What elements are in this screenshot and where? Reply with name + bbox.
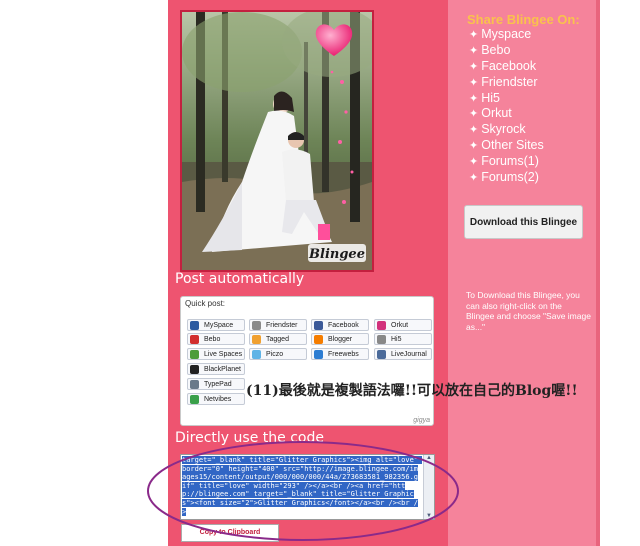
hi5-icon xyxy=(377,335,386,344)
share-link-label: Orkut xyxy=(481,106,512,121)
quick-post-widget: Quick post: MySpace Friendster Facebook Ork… xyxy=(180,296,434,426)
freewebs-icon xyxy=(314,350,323,359)
share-link-label: Facebook xyxy=(481,58,537,73)
share-link-label: Forums(2) xyxy=(481,170,539,185)
quick-post-blackplanet-button[interactable]: BlackPlanet xyxy=(187,363,245,375)
blogger-icon xyxy=(314,335,323,344)
gigya-logo: gigya xyxy=(413,417,430,424)
quick-post-button-label: Freewebs xyxy=(328,351,359,358)
quick-post-typepad-button[interactable]: TypePad xyxy=(187,378,245,390)
download-help-text: To Download this Blingee, you can also r… xyxy=(466,290,591,332)
myspace-icon xyxy=(190,321,199,330)
quick-post-button-label: Facebook xyxy=(328,322,359,329)
share-link-label: Skyrock xyxy=(481,122,526,137)
share-link-facebook[interactable]: ✦ Facebook xyxy=(469,59,544,75)
quick-post-live-spaces-button[interactable]: Live Spaces xyxy=(187,348,245,360)
quick-post-label: Quick post: xyxy=(185,299,226,308)
share-link-label: Other Sites xyxy=(481,138,544,153)
quick-post-blogger-button[interactable]: Blogger xyxy=(311,333,369,345)
share-link-hi5[interactable]: ✦ Hi5 xyxy=(469,91,544,107)
quick-post-hi5-button[interactable]: Hi5 xyxy=(374,333,432,345)
quick-post-tagged-button[interactable]: Tagged xyxy=(249,333,307,345)
share-link-label: Hi5 xyxy=(481,90,500,105)
quick-post-button-label: BlackPlanet xyxy=(204,366,241,373)
blackplanet-icon xyxy=(190,365,199,374)
sparkle-icon: ✦ xyxy=(469,29,479,41)
share-link-label: Friendster xyxy=(481,74,538,89)
bebo-icon xyxy=(190,335,199,344)
quick-post-myspace-button[interactable]: MySpace xyxy=(187,319,245,331)
quick-post-button-label: Blogger xyxy=(328,336,353,343)
live-spaces-icon xyxy=(190,350,199,359)
sparkle-icon: ✦ xyxy=(469,44,479,57)
facebook-icon xyxy=(314,321,323,330)
sparkle-icon: ✦ xyxy=(469,60,479,73)
sidebar-edge xyxy=(596,0,600,546)
download-blingee-button[interactable]: Download this Blingee xyxy=(464,205,583,239)
share-link-label: Myspace xyxy=(481,27,532,41)
quick-post-button-label: Bebo xyxy=(204,336,221,343)
share-link-friendster[interactable]: ✦ Friendster xyxy=(469,75,544,91)
quick-post-freewebs-button[interactable]: Freewebs xyxy=(311,348,369,360)
quick-post-facebook-button[interactable]: Facebook xyxy=(311,319,369,331)
share-link-label: Forums(1) xyxy=(481,154,539,169)
blingee-watermark: Blingee xyxy=(308,247,365,262)
quick-post-orkut-button[interactable]: Orkut xyxy=(374,319,432,331)
quick-post-button-label: TypePad xyxy=(204,381,232,388)
share-heading: Share Blingee On: xyxy=(467,12,580,27)
sparkle-icon: ✦ xyxy=(469,108,479,121)
share-link-myspace[interactable]: ✦ Myspace xyxy=(469,27,544,43)
post-automatically-heading: Post automatically xyxy=(175,271,305,287)
friendster-icon xyxy=(252,321,261,330)
share-site-list: ✦ Myspace ✦ Bebo ✦ Facebook ✦ Friendster ✦ Hi5 ✦ Or… xyxy=(469,27,544,186)
quick-post-button-label: MySpace xyxy=(204,322,234,329)
annotation-caption: (11)最後就是複製語法囉!!可以放在自己的Blog喔!! xyxy=(246,383,578,399)
share-link-forums-2[interactable]: ✦ Forums(2) xyxy=(469,170,544,186)
typepad-icon xyxy=(190,380,199,389)
piczo-icon xyxy=(252,350,261,359)
tagged-icon xyxy=(252,335,261,344)
share-link-skyrock[interactable]: ✦ Skyrock xyxy=(469,122,544,138)
share-link-orkut[interactable]: ✦ Orkut xyxy=(469,106,544,122)
quick-post-netvibes-button[interactable]: Netvibes xyxy=(187,393,245,405)
orkut-icon xyxy=(377,321,386,330)
livejournal-icon xyxy=(377,350,386,359)
share-link-bebo[interactable]: ✦ Bebo xyxy=(469,43,544,59)
share-link-forums-1[interactable]: ✦ Forums(1) xyxy=(469,154,544,170)
sparkle-icon: ✦ xyxy=(469,140,479,153)
quick-post-piczo-button[interactable]: Piczo xyxy=(249,348,307,360)
sparkle-icon: ✦ xyxy=(469,124,479,137)
quick-post-button-label: LiveJournal xyxy=(391,351,427,358)
quick-post-button-label: Orkut xyxy=(391,322,409,329)
quick-post-button-label: Live Spaces xyxy=(204,351,243,358)
quick-post-button-label: Piczo xyxy=(266,351,284,358)
sparkle-icon: ✦ xyxy=(469,92,479,105)
quick-post-friendster-button[interactable]: Friendster xyxy=(249,319,307,331)
quick-post-button-label: Netvibes xyxy=(204,396,232,403)
share-link-label: Bebo xyxy=(481,42,511,57)
sparkle-icon: ✦ xyxy=(469,76,479,89)
quick-post-button-label: Friendster xyxy=(266,322,298,329)
quick-post-button-label: Tagged xyxy=(266,336,289,343)
quick-post-button-label: Hi5 xyxy=(391,336,402,343)
sparkle-icon: ✦ xyxy=(469,172,479,185)
blingee-image[interactable]: Blingee xyxy=(180,10,374,272)
highlight-ellipse xyxy=(147,441,459,541)
share-link-other-sites[interactable]: ✦ Other Sites xyxy=(469,138,544,154)
quick-post-bebo-button[interactable]: Bebo xyxy=(187,333,245,345)
netvibes-icon xyxy=(190,395,199,404)
sparkle-icon: ✦ xyxy=(469,156,479,169)
quick-post-livejournal-button[interactable]: LiveJournal xyxy=(374,348,432,360)
